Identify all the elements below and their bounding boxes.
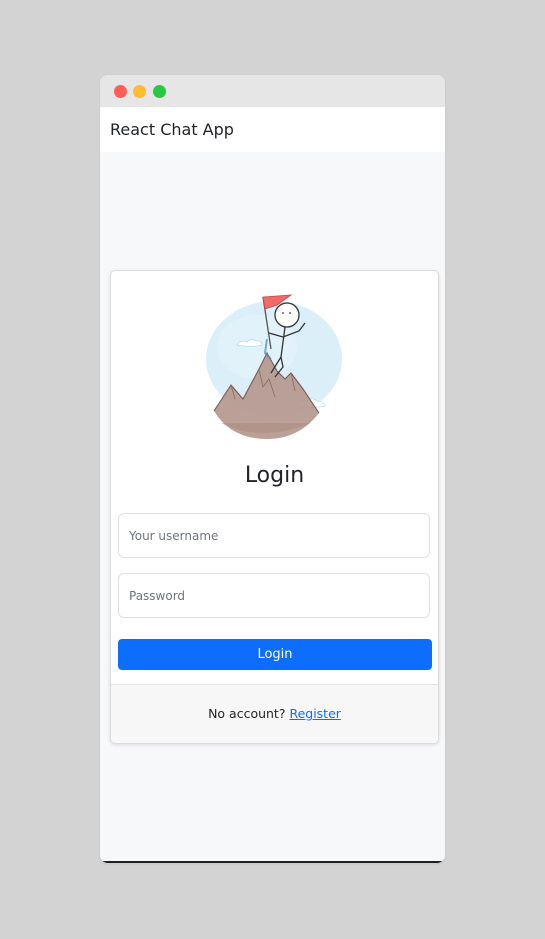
username-input[interactable] bbox=[118, 513, 430, 558]
window-titlebar bbox=[100, 75, 445, 107]
no-account-text: No account? bbox=[208, 706, 290, 721]
password-input[interactable] bbox=[118, 573, 430, 618]
navbar: React Chat App bbox=[100, 107, 445, 152]
login-title: Login bbox=[244, 463, 305, 488]
maximize-window-button[interactable] bbox=[153, 85, 166, 98]
navbar-brand[interactable]: React Chat App bbox=[110, 120, 234, 139]
app-window: React Chat App Login Your username Login… bbox=[100, 75, 445, 863]
login-button[interactable]: Login bbox=[118, 639, 432, 670]
login-card: Login Login No account? Register bbox=[110, 270, 439, 744]
register-link[interactable]: Register bbox=[289, 706, 340, 721]
register-prompt: No account? Register bbox=[111, 706, 438, 721]
mountain-climber-illustration bbox=[206, 294, 342, 439]
window-bottom-edge bbox=[100, 861, 445, 863]
close-window-button[interactable] bbox=[114, 85, 127, 98]
card-footer: No account? Register bbox=[111, 684, 438, 743]
minimize-window-button[interactable] bbox=[133, 85, 146, 98]
